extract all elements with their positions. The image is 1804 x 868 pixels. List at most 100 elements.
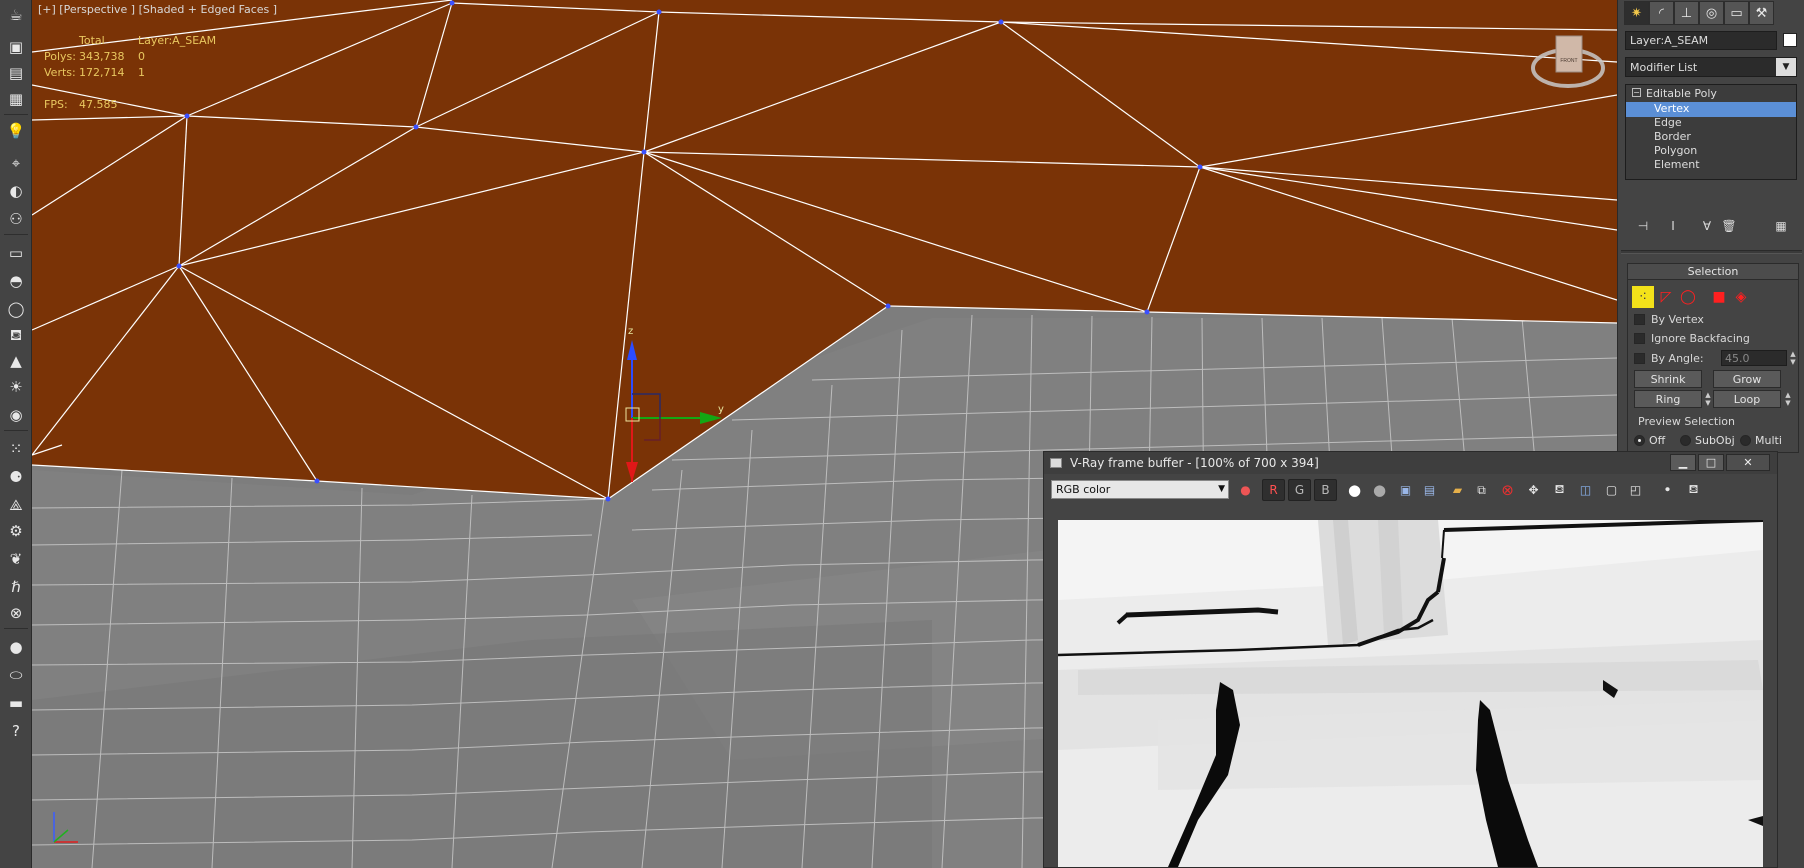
cone-icon[interactable]: ▲: [3, 348, 29, 374]
stack-item-element[interactable]: Element: [1626, 158, 1796, 173]
mono-white-icon[interactable]: ●: [1343, 479, 1366, 501]
green-channel-button[interactable]: G: [1288, 479, 1311, 501]
stack-item-edge[interactable]: Edge: [1626, 116, 1796, 131]
object-color-swatch[interactable]: [1783, 33, 1797, 47]
motion-tab[interactable]: ◎: [1699, 1, 1724, 25]
channel-select[interactable]: RGB color ▼: [1051, 480, 1229, 499]
save-all-icon[interactable]: ▤: [1418, 479, 1441, 501]
object-paint-icon[interactable]: ⬭: [3, 662, 29, 688]
stack-item-polygon[interactable]: Polygon: [1626, 144, 1796, 159]
sphere-primitive-icon[interactable]: ●: [3, 634, 29, 660]
stack-item-editable-poly[interactable]: − Editable Poly: [1626, 87, 1796, 102]
stats-polys-total: 343,738: [79, 50, 125, 63]
angle-spinner-arrows[interactable]: ▲ ▼: [1789, 350, 1797, 366]
polygon-mode-icon[interactable]: ■: [1708, 286, 1730, 308]
ignore-backfacing-checkbox[interactable]: Ignore Backfacing: [1634, 330, 1750, 346]
sphere-icon[interactable]: ◓: [3, 268, 29, 294]
modify-tab[interactable]: ◜: [1649, 1, 1674, 25]
material-editor-icon[interactable]: ▤: [3, 60, 29, 86]
ring-spinner-arrows[interactable]: ▲ ▼: [1704, 391, 1712, 407]
save-image-icon[interactable]: ▣: [1394, 479, 1417, 501]
mono-grey-icon[interactable]: ●: [1368, 479, 1391, 501]
viewcube[interactable]: FRONT: [1530, 34, 1606, 94]
stats-total-header: Total: [79, 34, 105, 47]
camera-icon[interactable]: ⌖: [3, 150, 29, 176]
edge-mode-icon[interactable]: ◸: [1655, 286, 1677, 308]
sun-icon[interactable]: ☀: [3, 374, 29, 400]
render-setup-icon[interactable]: ▣: [3, 34, 29, 60]
eye-icon[interactable]: ◐: [3, 178, 29, 204]
stop-render-icon[interactable]: ⏺: [1656, 479, 1679, 501]
grow-button[interactable]: Grow: [1713, 370, 1781, 388]
hair-fur-icon[interactable]: ℏ: [3, 574, 29, 600]
schematic-view-icon[interactable]: ▦: [3, 86, 29, 112]
track-mouse-icon[interactable]: ✥: [1522, 479, 1545, 501]
pixel-info-icon[interactable]: ▢: [1600, 479, 1623, 501]
vertex-mode-icon[interactable]: ⁖: [1632, 286, 1654, 308]
close-button[interactable]: ✕: [1726, 454, 1770, 471]
particles-icon[interactable]: ⁙: [3, 436, 29, 462]
minimize-button[interactable]: ▁: [1670, 454, 1696, 471]
object-name-field[interactable]: Layer:A_SEAM: [1625, 31, 1777, 50]
box-icon[interactable]: ▭: [3, 240, 29, 266]
vray-frame-buffer-window[interactable]: V-Ray frame buffer - [100% of 700 x 394]…: [1043, 451, 1778, 868]
color-channels-icon[interactable]: ●: [1234, 479, 1257, 501]
stack-item-vertex[interactable]: Vertex: [1626, 102, 1796, 117]
preview-subobj-radio[interactable]: SubObj: [1680, 432, 1735, 448]
angle-spinner-field[interactable]: 45.0: [1721, 350, 1787, 366]
gizmo-z-label: z: [628, 326, 634, 337]
max-workspace: ☕ ▣ ▤ ▦ 💡 ⌖ ◐ ⚇ ▭ ◓ ◯ ⛾ ▲ ☀ ◉ ⁙ ⚈ ⟁ ⚙ ❦ …: [0, 0, 1804, 868]
stack-item-border[interactable]: Border: [1626, 130, 1796, 145]
loop-spinner-arrows[interactable]: ▲ ▼: [1784, 391, 1792, 407]
show-end-result-icon[interactable]: Ⅰ: [1662, 216, 1684, 236]
border-mode-icon[interactable]: ◯: [1677, 286, 1699, 308]
create-tab[interactable]: ✷: [1624, 1, 1649, 25]
teapot-small-icon[interactable]: ⛾: [3, 322, 29, 348]
region-render-icon[interactable]: ◫: [1574, 479, 1597, 501]
hierarchy-tab[interactable]: ⊥: [1674, 1, 1699, 25]
display-tab[interactable]: ▭: [1724, 1, 1749, 25]
light-bulb-icon[interactable]: 💡: [3, 118, 29, 144]
collapse-icon[interactable]: −: [1632, 88, 1641, 97]
render-last-icon[interactable]: ⛾: [1682, 479, 1705, 501]
configure-modifier-sets-icon[interactable]: ▦: [1770, 216, 1792, 236]
ring-button[interactable]: Ring: [1634, 390, 1702, 408]
clear-red-icon[interactable]: ⊗: [1496, 479, 1519, 501]
load-image-icon[interactable]: ▰: [1446, 479, 1469, 501]
torus-icon[interactable]: ◯: [3, 296, 29, 322]
by-vertex-checkbox[interactable]: By Vertex: [1634, 311, 1704, 327]
clone-icon[interactable]: ▬: [3, 690, 29, 716]
red-channel-button[interactable]: R: [1262, 479, 1285, 501]
clear-image-icon[interactable]: ⧉: [1470, 479, 1493, 501]
vray-title-bar[interactable]: V-Ray frame buffer - [100% of 700 x 394]…: [1044, 452, 1777, 474]
helper-icon[interactable]: ⟁: [3, 492, 29, 518]
grass-icon[interactable]: ❦: [3, 546, 29, 572]
help-icon[interactable]: ?: [3, 718, 29, 744]
shrink-button[interactable]: Shrink: [1634, 370, 1702, 388]
pin-stack-icon[interactable]: ⊣: [1632, 216, 1654, 236]
make-unique-icon[interactable]: ∀: [1696, 216, 1718, 236]
color-correction-icon[interactable]: ◰: [1624, 479, 1647, 501]
bones-icon[interactable]: ⚈: [3, 464, 29, 490]
by-angle-checkbox[interactable]: By Angle:: [1634, 350, 1704, 366]
panel-divider: [1621, 250, 1802, 254]
cylinder-icon[interactable]: ◉: [3, 402, 29, 428]
loop-button[interactable]: Loop: [1713, 390, 1781, 408]
object-icon[interactable]: ⚇: [3, 206, 29, 232]
selection-rollout-title[interactable]: Selection: [1628, 264, 1798, 280]
teapot-icon[interactable]: ☕: [3, 2, 29, 28]
gear-icon[interactable]: ⚙: [3, 518, 29, 544]
preview-multi-radio[interactable]: Multi: [1740, 432, 1782, 448]
render-teapot-icon[interactable]: ⛾: [1548, 479, 1571, 501]
element-mode-icon[interactable]: ◈: [1730, 286, 1752, 308]
ox-icon[interactable]: ⊗: [3, 600, 29, 626]
rendered-image[interactable]: [1058, 520, 1763, 867]
preview-off-radio[interactable]: Off: [1634, 432, 1665, 448]
viewport-label[interactable]: [+] [Perspective ] [Shaded + Edged Faces…: [38, 3, 277, 16]
utilities-tab[interactable]: ⚒: [1749, 1, 1774, 25]
stats-verts-layer: 1: [138, 66, 145, 79]
remove-modifier-icon[interactable]: 🗑: [1718, 216, 1740, 236]
maximize-button[interactable]: □: [1698, 454, 1724, 471]
blue-channel-button[interactable]: B: [1314, 479, 1337, 501]
modifier-list-dropdown[interactable]: Modifier List ▼: [1625, 57, 1797, 77]
